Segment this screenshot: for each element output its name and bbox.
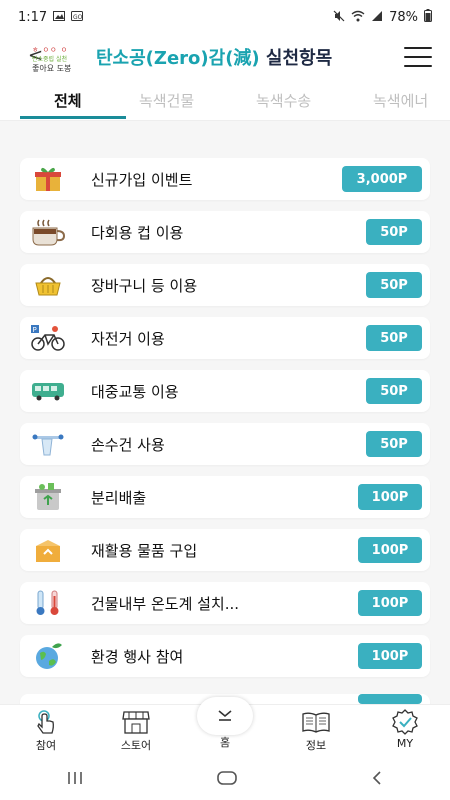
wifi-icon	[351, 10, 365, 25]
tab-green-energy[interactable]: 녹색에너	[373, 90, 428, 111]
verified-badge-icon	[391, 709, 419, 735]
store-icon	[121, 709, 151, 735]
points-badge: 100P	[358, 537, 422, 563]
system-navigation	[0, 758, 450, 800]
item-label: 대중교통 이용	[91, 382, 179, 401]
nav-store-label: 스토어	[120, 739, 152, 752]
category-tabs: 전체 녹색건물 녹색수송 녹색에너	[0, 84, 450, 120]
signal-icon	[371, 10, 383, 25]
status-right: 78%	[333, 9, 432, 25]
svg-text:GO: GO	[73, 14, 83, 21]
points-badge: 3,000P	[342, 166, 422, 192]
action-list: 신규가입 이벤트 3,000P 다회용 컵 이용 50P 장바구니 등 이용 5…	[0, 121, 450, 704]
list-item-signup-event[interactable]: 신규가입 이벤트 3,000P	[20, 158, 430, 200]
list-item-reusable-cup[interactable]: 다회용 컵 이용 50P	[20, 211, 430, 253]
page-title-main: 탄소공(Zero)감(減)	[96, 48, 260, 69]
cast-icon: GO	[71, 10, 84, 24]
item-label: 건물내부 온도계 설치...	[91, 594, 240, 613]
points-badge: 100P	[358, 590, 422, 616]
list-item-public-transport[interactable]: 대중교통 이용 50P	[20, 370, 430, 412]
nav-home-label: 홈	[219, 736, 231, 749]
list-item-handkerchief[interactable]: 손수건 사용 50P	[20, 423, 430, 465]
nav-info-label: 정보	[305, 739, 327, 752]
handkerchief-icon	[28, 427, 68, 461]
coffee-cup-icon	[28, 215, 68, 249]
item-label: 손수건 사용	[91, 435, 165, 454]
dobong-logo[interactable]: < ㅎ ㅇㅇ ㅇ 탄소중립 실천 좋아요 도봉	[28, 39, 88, 75]
logo-text-middle: 탄소중립 실천	[32, 56, 68, 63]
status-bar: 1:17 GO 78%	[0, 0, 450, 34]
bottom-navigation: 참여 스토어 홈 정보 MY	[0, 697, 450, 759]
page-title-suffix: 실천항목	[259, 48, 333, 69]
list-item-recycled-goods[interactable]: 재활용 물품 구입 100P	[20, 529, 430, 571]
thermometer-icon	[28, 586, 68, 620]
list-item-thermometer[interactable]: 건물내부 온도계 설치... 100P	[20, 582, 430, 624]
nav-my[interactable]: MY	[375, 709, 435, 750]
active-tab-indicator	[20, 116, 126, 119]
bicycle-icon: P	[28, 321, 68, 355]
nav-home-label-wrap: 홈	[195, 732, 255, 750]
list-item-shopping-basket[interactable]: 장바구니 등 이용 50P	[20, 264, 430, 306]
item-label: 장바구니 등 이용	[91, 276, 198, 295]
back-icon[interactable]	[369, 767, 385, 791]
status-left: 1:17 GO	[18, 9, 84, 25]
points-badge: 50P	[366, 219, 422, 245]
tab-all[interactable]: 전체	[54, 90, 82, 111]
points-badge: 50P	[366, 378, 422, 404]
item-label: 재활용 물품 구입	[91, 541, 198, 560]
battery-icon	[424, 9, 432, 25]
gallery-icon	[53, 10, 66, 24]
recycle-bin-icon	[28, 480, 68, 514]
points-badge: 50P	[366, 272, 422, 298]
page-title: 탄소공(Zero)감(減) 실천항목	[96, 44, 332, 70]
home-button-icon[interactable]	[216, 767, 238, 791]
nav-participate[interactable]: 참여	[16, 709, 76, 753]
hamburger-menu-icon[interactable]	[404, 47, 432, 67]
nav-home[interactable]	[197, 697, 253, 735]
battery-percent: 78%	[389, 9, 418, 25]
status-time: 1:17	[18, 9, 48, 25]
earth-icon	[28, 639, 68, 673]
item-label: 신규가입 이벤트	[91, 170, 193, 189]
svg-text:P: P	[33, 326, 37, 334]
tap-hand-icon	[33, 709, 59, 735]
logo-text-bottom: 좋아요 도봉	[32, 64, 72, 73]
nav-my-label: MY	[396, 737, 414, 750]
points-badge: 50P	[366, 431, 422, 457]
gift-icon	[28, 162, 68, 196]
list-item-recycling[interactable]: 분리배출 100P	[20, 476, 430, 518]
item-label: 환경 행사 참여	[91, 647, 184, 666]
recycled-box-icon	[28, 533, 68, 567]
list-item-environment-event[interactable]: 환경 행사 참여 100P	[20, 635, 430, 677]
recent-apps-icon[interactable]	[65, 767, 85, 791]
chevron-down-icon	[216, 707, 234, 726]
item-label: 다회용 컵 이용	[91, 223, 184, 242]
points-badge-partial	[358, 694, 422, 704]
nav-store[interactable]: 스토어	[106, 709, 166, 753]
mute-icon	[333, 10, 345, 25]
tab-green-building[interactable]: 녹색건물	[139, 90, 194, 111]
points-badge: 100P	[358, 484, 422, 510]
basket-icon	[28, 268, 68, 302]
book-icon	[301, 709, 331, 735]
nav-info[interactable]: 정보	[286, 709, 346, 753]
points-badge: 100P	[358, 643, 422, 669]
list-item-bicycle[interactable]: P 자전거 이용 50P	[20, 317, 430, 359]
item-label: 분리배출	[91, 488, 147, 507]
item-label: 자전거 이용	[91, 329, 165, 348]
points-badge: 50P	[366, 325, 422, 351]
bus-icon	[28, 374, 68, 408]
tab-green-transport[interactable]: 녹색수송	[256, 90, 311, 111]
nav-participate-label: 참여	[35, 739, 57, 752]
app-header: < ㅎ ㅇㅇ ㅇ 탄소중립 실천 좋아요 도봉 탄소공(Zero)감(減) 실천…	[0, 34, 450, 80]
